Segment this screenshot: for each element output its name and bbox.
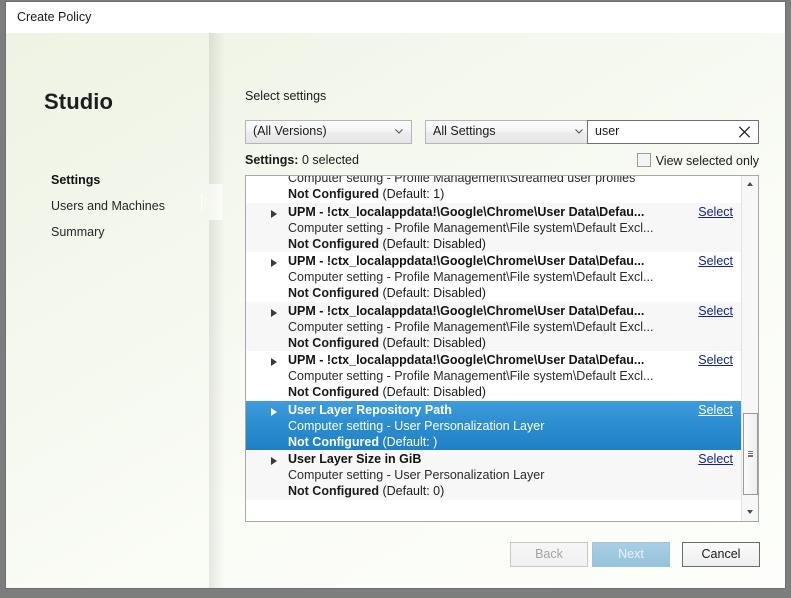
chevron-down-icon — [574, 126, 584, 136]
setting-scope: Computer setting - Profile Management\St… — [288, 175, 635, 185]
settings-pane: Select settings (All Versions) All Setti… — [239, 33, 785, 588]
window-title: Create Policy — [17, 10, 91, 24]
setting-state: Not Configured (Default: Disabled) — [288, 336, 486, 350]
setting-state: Not Configured (Default: Disabled) — [288, 237, 486, 251]
list-scrollbar[interactable] — [741, 176, 758, 521]
caret-up-icon — [747, 182, 753, 186]
setting-scope: Computer setting - Profile Management\Fi… — [288, 320, 653, 334]
studio-brand-label: Studio — [44, 89, 113, 115]
setting-scope: Computer setting - Profile Management\Fi… — [288, 369, 653, 383]
create-policy-dialog: Create Policy Studio Settings Users and … — [6, 2, 785, 588]
sidebar-edge-shadow — [209, 33, 225, 588]
scroll-up-button[interactable] — [742, 176, 759, 193]
sidebar-item-summary[interactable]: Summary — [51, 219, 231, 245]
scroll-down-button[interactable] — [742, 504, 759, 521]
search-field[interactable]: user — [587, 120, 759, 144]
view-selected-only-checkbox[interactable]: View selected only — [637, 153, 759, 168]
grip-icon — [748, 451, 753, 457]
checkbox-box-icon — [637, 153, 651, 167]
close-icon[interactable] — [737, 124, 752, 140]
setting-state: Not Configured (Default: 1) — [288, 187, 444, 201]
table-row[interactable]: UPM - !ctx_localappdata!\Google\Chrome\U… — [246, 175, 741, 203]
dialog-content: Studio Settings Users and Machines Summa… — [6, 33, 785, 588]
select-link[interactable]: Select — [698, 403, 733, 417]
table-row[interactable]: UPM - !ctx_localappdata!\Google\Chrome\U… — [246, 252, 741, 302]
setting-name: UPM - !ctx_localappdata!\Google\Chrome\U… — [288, 353, 644, 367]
settings-list-rows: UPM - !ctx_localappdata!\Google\Chrome\U… — [246, 175, 741, 500]
cancel-button[interactable]: Cancel — [682, 542, 760, 567]
select-link[interactable]: Select — [698, 304, 733, 318]
scrollbar-thumb[interactable] — [743, 413, 758, 495]
setting-state: Not Configured (Default: ) — [288, 435, 437, 449]
setting-scope: Computer setting - Profile Management\Fi… — [288, 221, 653, 235]
wizard-sidebar: Studio Settings Users and Machines Summa… — [6, 33, 239, 588]
settings-list: UPM - !ctx_localappdata!\Google\Chrome\U… — [245, 175, 759, 522]
chevron-down-icon — [394, 126, 404, 136]
version-filter-dropdown[interactable]: (All Versions) — [245, 120, 412, 144]
table-row[interactable]: UPM - !ctx_localappdata!\Google\Chrome\U… — [246, 302, 741, 352]
expand-chevron-icon[interactable] — [271, 358, 277, 366]
expand-chevron-icon[interactable] — [271, 259, 277, 267]
select-link[interactable]: Select — [698, 452, 733, 466]
table-row[interactable]: User Layer Size in GiB Computer setting … — [246, 450, 741, 500]
filter-toolbar: (All Versions) All Settings user — [245, 120, 759, 144]
setting-state: Not Configured (Default: Disabled) — [288, 385, 486, 399]
table-row[interactable]: UPM - !ctx_localappdata!\Google\Chrome\U… — [246, 351, 741, 401]
settings-type-filter-value: All Settings — [433, 124, 496, 138]
expand-chevron-icon[interactable] — [271, 309, 277, 317]
caret-down-icon — [747, 510, 753, 514]
settings-count-value: 0 selected — [302, 153, 359, 167]
settings-type-filter-dropdown[interactable]: All Settings — [425, 120, 592, 144]
active-step-pointer-icon — [202, 193, 211, 211]
setting-name: UPM - !ctx_localappdata!\Google\Chrome\U… — [288, 304, 644, 318]
setting-scope: Computer setting - User Personalization … — [288, 468, 544, 482]
expand-chevron-icon[interactable] — [271, 210, 277, 218]
next-button[interactable]: Next — [592, 542, 670, 567]
expand-chevron-icon[interactable] — [271, 408, 277, 416]
selection-summary-row: Settings: 0 selected View selected only — [245, 153, 759, 171]
page-title: Select settings — [245, 89, 326, 103]
view-selected-only-label: View selected only — [656, 154, 759, 168]
dialog-footer: Back Next Cancel — [239, 524, 785, 588]
expand-chevron-icon[interactable] — [271, 457, 277, 465]
settings-count: Settings: 0 selected — [245, 153, 359, 167]
settings-count-prefix: Settings: — [245, 153, 298, 167]
table-row-selected[interactable]: User Layer Repository Path Computer sett… — [246, 401, 741, 451]
setting-state: Not Configured (Default: Disabled) — [288, 286, 486, 300]
back-button[interactable]: Back — [510, 542, 588, 567]
setting-state: Not Configured (Default: 0) — [288, 484, 444, 498]
setting-scope: Computer setting - User Personalization … — [288, 419, 544, 433]
select-link[interactable]: Select — [698, 205, 733, 219]
setting-scope: Computer setting - Profile Management\Fi… — [288, 270, 653, 284]
table-row[interactable]: UPM - !ctx_localappdata!\Google\Chrome\U… — [246, 203, 741, 253]
select-link[interactable]: Select — [698, 353, 733, 367]
title-bar: Create Policy — [6, 2, 785, 34]
setting-name: User Layer Size in GiB — [288, 452, 421, 466]
setting-name: User Layer Repository Path — [288, 403, 452, 417]
sidebar-item-settings[interactable]: Settings — [51, 167, 231, 193]
search-input[interactable]: user — [595, 124, 619, 138]
setting-name: UPM - !ctx_localappdata!\Google\Chrome\U… — [288, 254, 644, 268]
setting-name: UPM - !ctx_localappdata!\Google\Chrome\U… — [288, 205, 644, 219]
version-filter-value: (All Versions) — [253, 124, 327, 138]
select-link[interactable]: Select — [698, 254, 733, 268]
active-step-notch-background — [209, 184, 223, 220]
